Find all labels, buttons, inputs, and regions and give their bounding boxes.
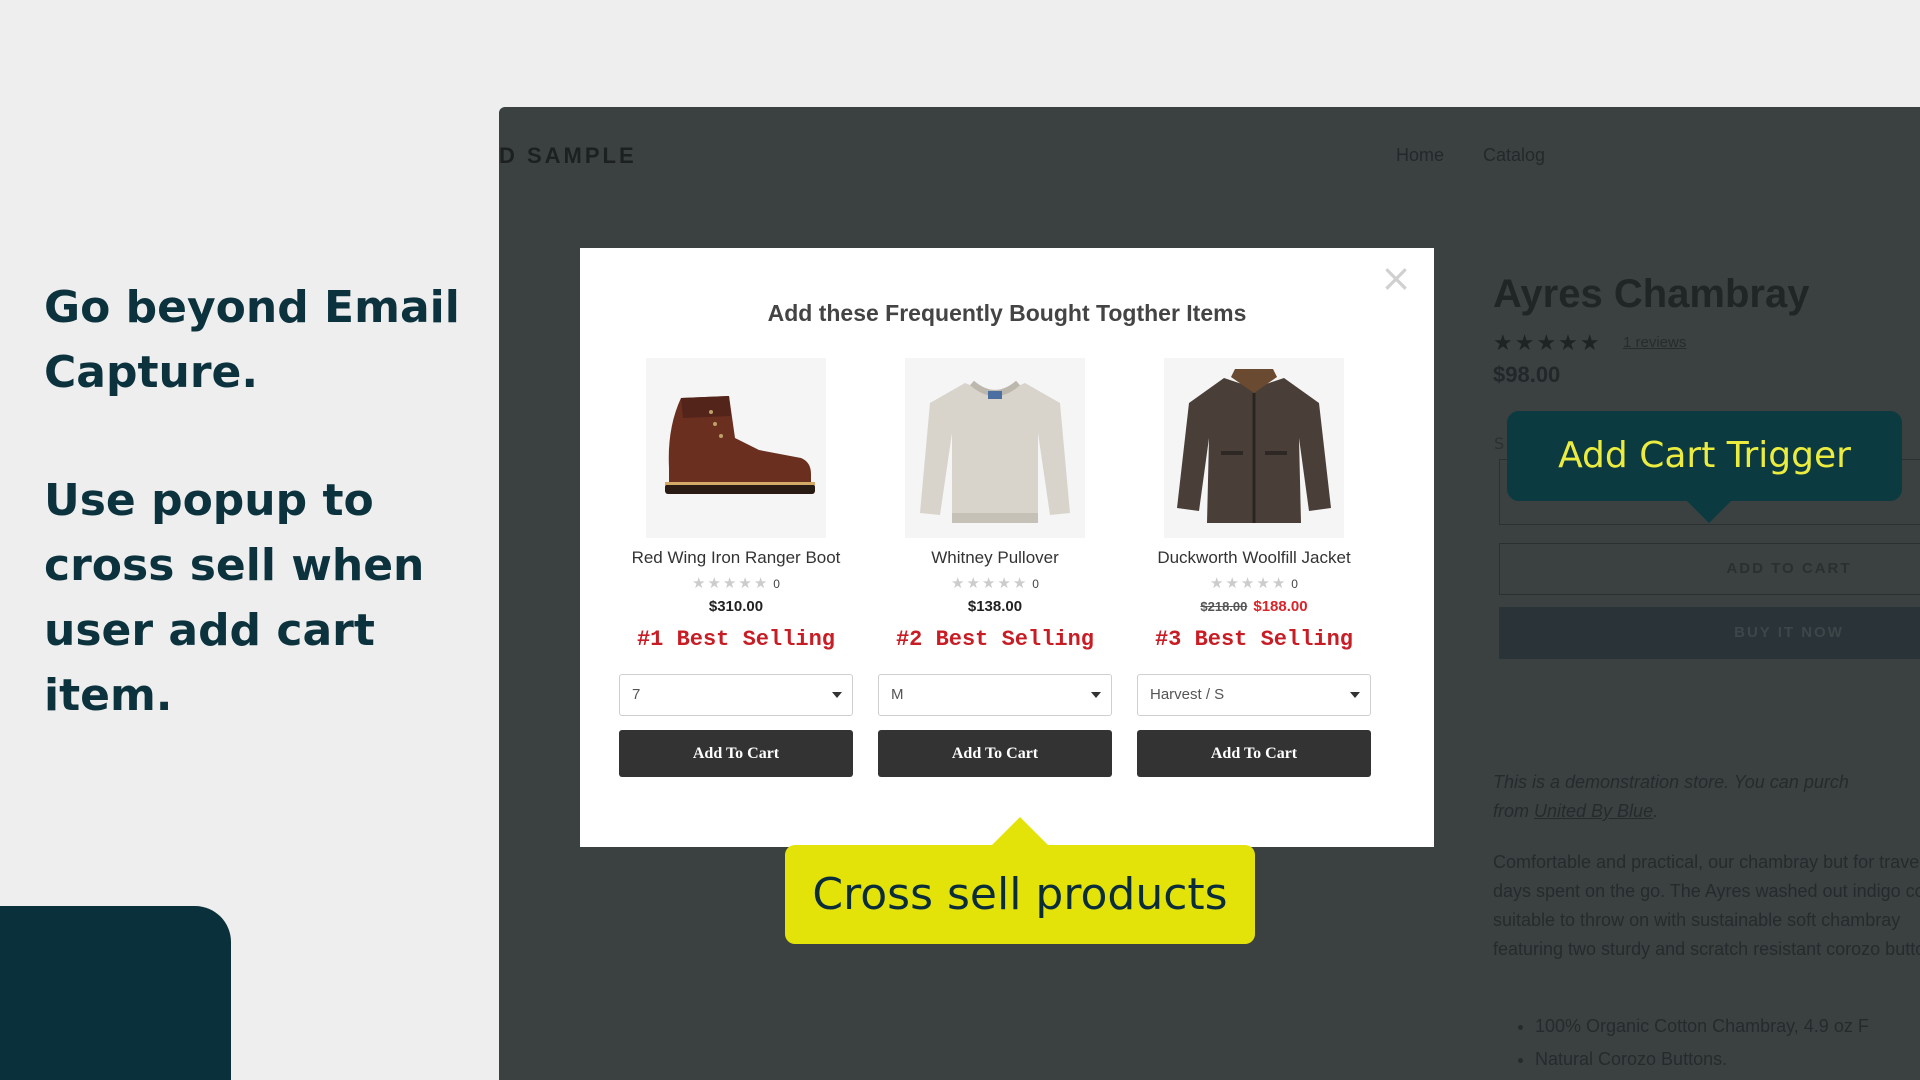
callout-pointer — [992, 817, 1048, 845]
rating-count: 0 — [1291, 577, 1298, 591]
nav-catalog-link[interactable]: Catalog — [1483, 145, 1545, 166]
add-to-cart-button[interactable]: ADD TO CART — [1499, 543, 1920, 595]
rating-stars: ★★★★★ — [951, 574, 1029, 592]
add-cart-trigger-callout: Add Cart Trigger — [1507, 411, 1902, 523]
callout-label: Add Cart Trigger — [1558, 435, 1851, 476]
variant-select[interactable]: 7 — [619, 674, 853, 716]
sweater-image[interactable] — [905, 358, 1085, 538]
product-features-list: 100% Organic Cotton Chambray, 4.9 oz F N… — [1535, 1010, 1920, 1076]
demo-note: This is a demonstration store. You can p… — [1493, 768, 1920, 826]
product-rating: ★★★★★ 0 — [1137, 574, 1371, 592]
demo-note-suffix: . — [1653, 801, 1659, 821]
popup-title: Add these Frequently Bought Togther Item… — [767, 300, 1247, 326]
best-selling-rank: #3 Best Selling — [1154, 627, 1354, 652]
product-reviews-link[interactable]: 1 reviews — [1623, 334, 1686, 351]
cross-sell-callout: Cross sell products — [785, 817, 1255, 944]
add-to-cart-button[interactable]: Add To Cart — [1137, 730, 1371, 777]
chevron-down-icon — [1091, 692, 1101, 698]
chevron-down-icon — [832, 692, 842, 698]
product-rating-stars: ★★★★★ — [1493, 331, 1602, 356]
product-name[interactable]: Duckworth Woolfill Jacket — [1137, 548, 1371, 568]
product-card: Whitney Pullover ★★★★★ 0 $138.00 #2 Best … — [878, 358, 1112, 777]
rating-count: 0 — [1032, 577, 1039, 591]
sale-price: $188.00 — [1253, 598, 1308, 615]
product-rating: ★★★★★ 0 — [878, 574, 1112, 592]
variant-value: Harvest / S — [1150, 686, 1225, 703]
store-logo[interactable]: D SAMPLE — [499, 143, 637, 169]
boot-image[interactable] — [646, 358, 826, 538]
variant-value: M — [891, 686, 904, 703]
rating-stars: ★★★★★ — [692, 574, 770, 592]
best-selling-rank: #1 Best Selling — [636, 627, 836, 652]
jacket-image[interactable] — [1164, 358, 1344, 538]
price-value: $310.00 — [708, 598, 764, 615]
cross-sell-popup: × Add these Frequently Bought Togther It… — [580, 248, 1434, 847]
product-price: $98.00 — [1493, 362, 1561, 387]
nav-home-link[interactable]: Home — [1396, 145, 1444, 166]
variant-select[interactable]: M — [878, 674, 1112, 716]
price-value: $138.00 — [967, 598, 1023, 615]
promo-headline: Go beyond Email Capture. — [44, 282, 460, 398]
demo-note-from: from — [1493, 801, 1535, 821]
original-price: $218.00 — [1200, 599, 1248, 614]
product-description: Comfortable and practical, our chambray … — [1493, 852, 1920, 959]
product-rating: ★★★★★ 0 — [619, 574, 853, 592]
rating-count: 0 — [773, 577, 780, 591]
rating-stars: ★★★★★ — [1210, 574, 1288, 592]
demo-note-text: This is a demonstration store. You can p… — [1493, 772, 1849, 792]
best-selling-rank: #2 Best Selling — [895, 627, 1095, 652]
variant-value: 7 — [632, 686, 641, 703]
chevron-down-icon — [1350, 692, 1360, 698]
add-to-cart-button[interactable]: Add To Cart — [878, 730, 1112, 777]
size-label: S — [1494, 434, 1505, 453]
callout-label: Cross sell products — [812, 869, 1228, 920]
product-name[interactable]: Red Wing Iron Ranger Boot — [619, 548, 853, 568]
product-name[interactable]: Whitney Pullover — [878, 548, 1112, 568]
product-price: $138.00 — [878, 598, 1112, 615]
product-title: Ayres Chambray — [1493, 272, 1810, 316]
product-price: $218.00 $188.00 — [1137, 598, 1371, 615]
product-card: Red Wing Iron Ranger Boot ★★★★★ 0 $310.00… — [619, 358, 853, 777]
close-icon[interactable]: × — [1380, 258, 1412, 298]
product-price: $310.00 — [619, 598, 853, 615]
decorative-corner-block — [0, 906, 231, 1080]
feature-item: 100% Organic Cotton Chambray, 4.9 oz F — [1535, 1010, 1920, 1043]
feature-item: Natural Corozo Buttons. — [1535, 1043, 1920, 1076]
variant-select[interactable]: Harvest / S — [1137, 674, 1371, 716]
buy-it-now-button[interactable]: BUY IT NOW — [1499, 607, 1920, 659]
promo-subheadline: Use popup to cross sell when user add ca… — [44, 475, 425, 721]
product-card: Duckworth Woolfill Jacket ★★★★★ 0 $218.00… — [1137, 358, 1371, 777]
add-to-cart-button[interactable]: Add To Cart — [619, 730, 853, 777]
united-by-blue-link[interactable]: United By Blue — [1534, 801, 1653, 821]
callout-pointer — [1687, 501, 1731, 523]
